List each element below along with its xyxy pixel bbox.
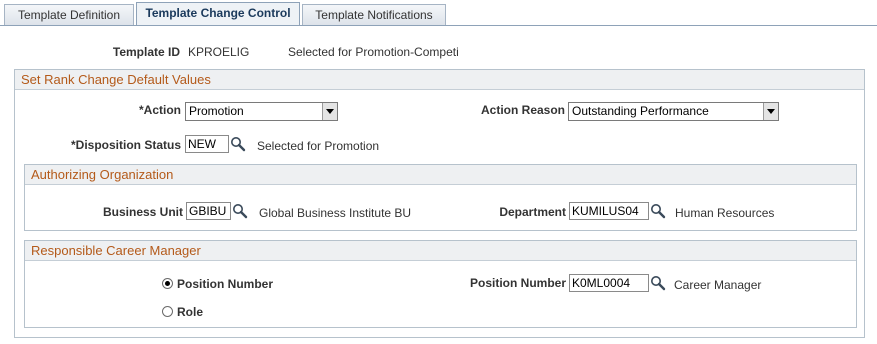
action-select[interactable]: Promotion [185, 102, 338, 121]
position-number-description: Career Manager [674, 278, 762, 292]
rank-change-title: Set Rank Change Default Values [15, 70, 864, 90]
position-number-radio-label[interactable]: Position Number [177, 277, 273, 291]
template-id-value: KPROELIG [188, 45, 250, 59]
business-unit-description: Global Business Institute BU [259, 206, 412, 220]
disposition-status-label: *Disposition Status [70, 138, 181, 152]
magnifier-icon[interactable] [230, 136, 246, 152]
tab-template-notifications[interactable]: Template Notifications [302, 4, 446, 25]
department-description: Human Resources [675, 206, 775, 220]
tab-template-change-control[interactable]: Template Change Control [136, 2, 300, 26]
role-radio[interactable] [162, 306, 173, 317]
action-reason-label: Action Reason [480, 103, 565, 117]
chevron-down-icon[interactable] [322, 103, 337, 120]
magnifier-icon[interactable] [650, 275, 666, 291]
magnifier-icon[interactable] [232, 203, 248, 219]
disposition-status-input[interactable] [185, 135, 229, 153]
action-label: *Action [139, 103, 181, 117]
business-unit-label: Business Unit [102, 205, 183, 219]
business-unit-input[interactable] [186, 202, 231, 220]
authorizing-org-title: Authorizing Organization [25, 165, 856, 185]
department-input[interactable] [569, 202, 649, 220]
position-number-radio[interactable] [162, 278, 173, 289]
tab-template-definition[interactable]: Template Definition [4, 4, 134, 25]
department-label: Department [499, 205, 566, 219]
action-reason-select-value: Outstanding Performance [572, 104, 709, 118]
career-manager-title: Responsible Career Manager [25, 241, 856, 261]
action-reason-select[interactable]: Outstanding Performance [568, 102, 779, 121]
chevron-down-icon[interactable] [763, 103, 778, 120]
action-select-value: Promotion [189, 104, 244, 118]
disposition-status-description: Selected for Promotion [257, 139, 380, 153]
role-radio-label[interactable]: Role [177, 305, 203, 319]
template-id-label: Template ID [112, 45, 180, 59]
position-number-input[interactable] [569, 274, 649, 292]
magnifier-icon[interactable] [650, 203, 666, 219]
tab-divider [0, 25, 877, 26]
position-number-label: Position Number [469, 276, 566, 290]
authorizing-org-group: Authorizing Organization [24, 164, 857, 231]
template-description: Selected for Promotion-Competi [288, 45, 459, 59]
